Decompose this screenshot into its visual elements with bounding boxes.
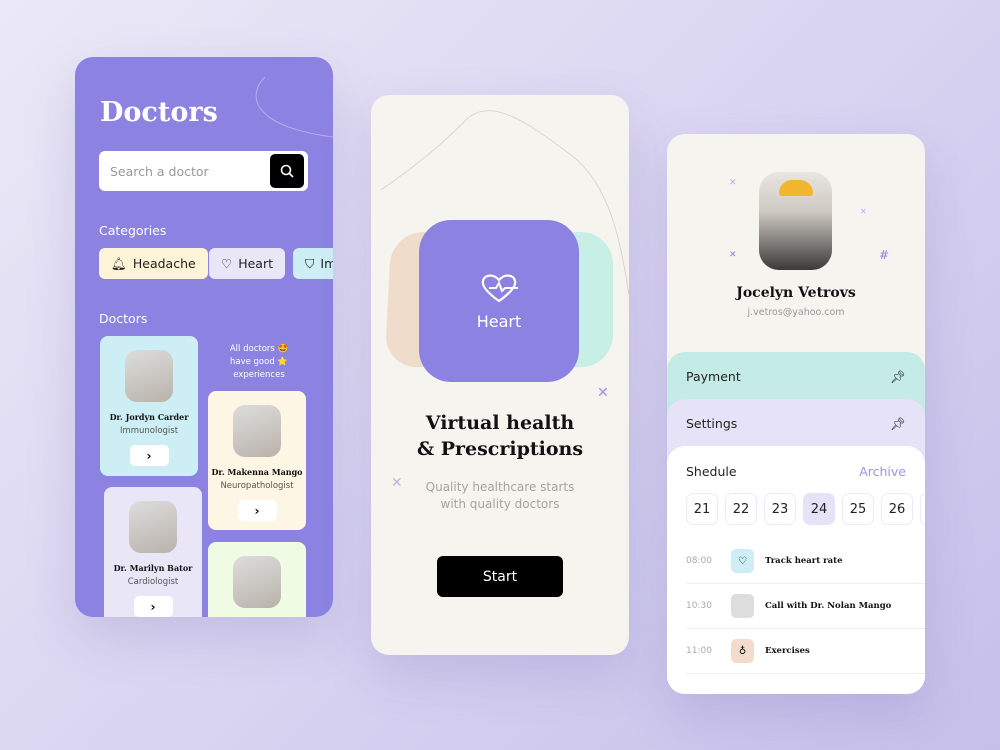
profile-email: j.vetros@yahoo.com	[747, 307, 845, 318]
doctor-name: Dr. Marilyn Bator	[113, 563, 193, 573]
categories-label: Categories	[99, 223, 167, 238]
doctor-card[interactable]: Dr. Marilyn Bator Cardiologist ›	[104, 487, 202, 617]
category-tile[interactable]: Heart	[419, 220, 579, 382]
event-time: 10:30	[686, 601, 712, 611]
day-partial[interactable]	[920, 493, 925, 525]
category-im[interactable]: ⛉ Im	[293, 248, 333, 279]
doctor-name: Dr. Jordyn Carder	[109, 412, 189, 422]
sparkle-icon: ✕	[729, 178, 737, 188]
doctors-screen: Doctors Search a doctor Categories 🔔︎ Hea…	[75, 57, 333, 617]
doctor-card[interactable]: Dr. Jordyn Carder Immunologist ›	[100, 336, 198, 476]
doctor-specialty: Neuropathologist	[220, 481, 294, 491]
day-picker: 21 22 23 24 25 26	[686, 493, 925, 525]
sparkle-icon: ✕	[597, 385, 609, 401]
category-headache[interactable]: 🔔︎ Headache	[99, 248, 208, 279]
chip-label: Headache	[132, 256, 196, 271]
schedule-title: Shedule	[686, 464, 737, 479]
doctor-photo	[233, 556, 281, 608]
event-time: 08:00	[686, 556, 712, 566]
bell-icon: 🔔︎	[111, 255, 127, 271]
decorative-curve	[255, 76, 333, 138]
profile-name: Jocelyn Vetrovs	[736, 285, 856, 301]
doctor-photo	[233, 405, 281, 457]
profile-screen: ✕ ✕ # ✕ Jocelyn Vetrovs j.vetros@yahoo.c…	[667, 134, 925, 694]
schedule-panel: Shedule Archive 21 22 23 24 25 26 08:00 ♡ Track…	[667, 446, 925, 694]
search-placeholder: Search a doctor	[110, 163, 209, 179]
start-button[interactable]: Start	[437, 556, 563, 597]
sparkle-icon: ✕	[860, 207, 867, 216]
day-21[interactable]: 21	[686, 493, 718, 525]
doctor-specialty: Immunologist	[119, 426, 179, 436]
event-row[interactable]: 08:00 ♡ Track heart rate	[686, 539, 925, 584]
chevron-right-button[interactable]: ›	[237, 500, 277, 521]
doctor-name: Dr. Makenna Mango	[211, 467, 303, 477]
onboarding-screen: Heart ✕ ✕ Virtual health & Prescriptions …	[371, 95, 629, 655]
heart-pulse-icon: ♡	[731, 549, 754, 573]
archive-link[interactable]: Archive	[859, 464, 906, 479]
doctor-photo	[125, 350, 173, 402]
sparkle-icon: #	[879, 248, 890, 262]
chevron-right-button[interactable]: ›	[133, 596, 173, 617]
day-24[interactable]: 24	[803, 493, 835, 525]
doctor-card[interactable]: Dr. Makenna Mango Neuropathologist ›	[208, 391, 306, 530]
search-icon	[280, 164, 294, 178]
day-23[interactable]: 23	[764, 493, 796, 525]
doctors-label: Doctors	[99, 311, 148, 326]
title-line: Virtual health	[425, 412, 575, 434]
day-25[interactable]: 25	[842, 493, 874, 525]
sparkle-icon: ✕	[729, 250, 737, 260]
event-title: Exercises	[765, 646, 810, 656]
page-title: Doctors	[100, 97, 218, 128]
flame-icon: ♁	[731, 639, 754, 663]
doctor-photo	[129, 501, 177, 553]
category-heart[interactable]: ♡ Heart	[209, 248, 286, 279]
category-label: Heart	[476, 311, 522, 331]
avatar	[759, 172, 832, 270]
chip-label: Heart	[238, 256, 274, 271]
search-button[interactable]	[270, 154, 304, 188]
search-input[interactable]: Search a doctor	[99, 151, 308, 191]
heart-icon: ♡	[221, 256, 233, 271]
day-26[interactable]: 26	[881, 493, 913, 525]
event-row[interactable]: 11:00 ♁ Exercises	[686, 629, 925, 674]
chip-label: Im	[320, 256, 333, 271]
subtitle-line: with quality doctors	[440, 497, 560, 511]
doctor-card[interactable]	[208, 542, 306, 617]
event-title: Call with Dr. Nolan Mango	[765, 601, 892, 611]
heart-pulse-icon	[481, 274, 518, 302]
event-row[interactable]: 10:30 Call with Dr. Nolan Mango	[686, 584, 925, 629]
subtitle-line: Quality healthcare starts	[425, 480, 575, 494]
title-line: & Prescriptions	[416, 438, 584, 460]
event-time: 11:00	[686, 646, 712, 656]
doctor-specialty: Cardiologist	[127, 577, 179, 587]
experience-note: All doctors 🤩 have good ⭐ experiences	[229, 344, 289, 380]
event-title: Track heart rate	[765, 556, 843, 566]
shield-icon: ⛉	[305, 255, 315, 271]
hat	[778, 180, 813, 196]
avatar	[731, 594, 754, 618]
day-22[interactable]: 22	[725, 493, 757, 525]
chevron-right-button[interactable]: ›	[129, 445, 169, 466]
